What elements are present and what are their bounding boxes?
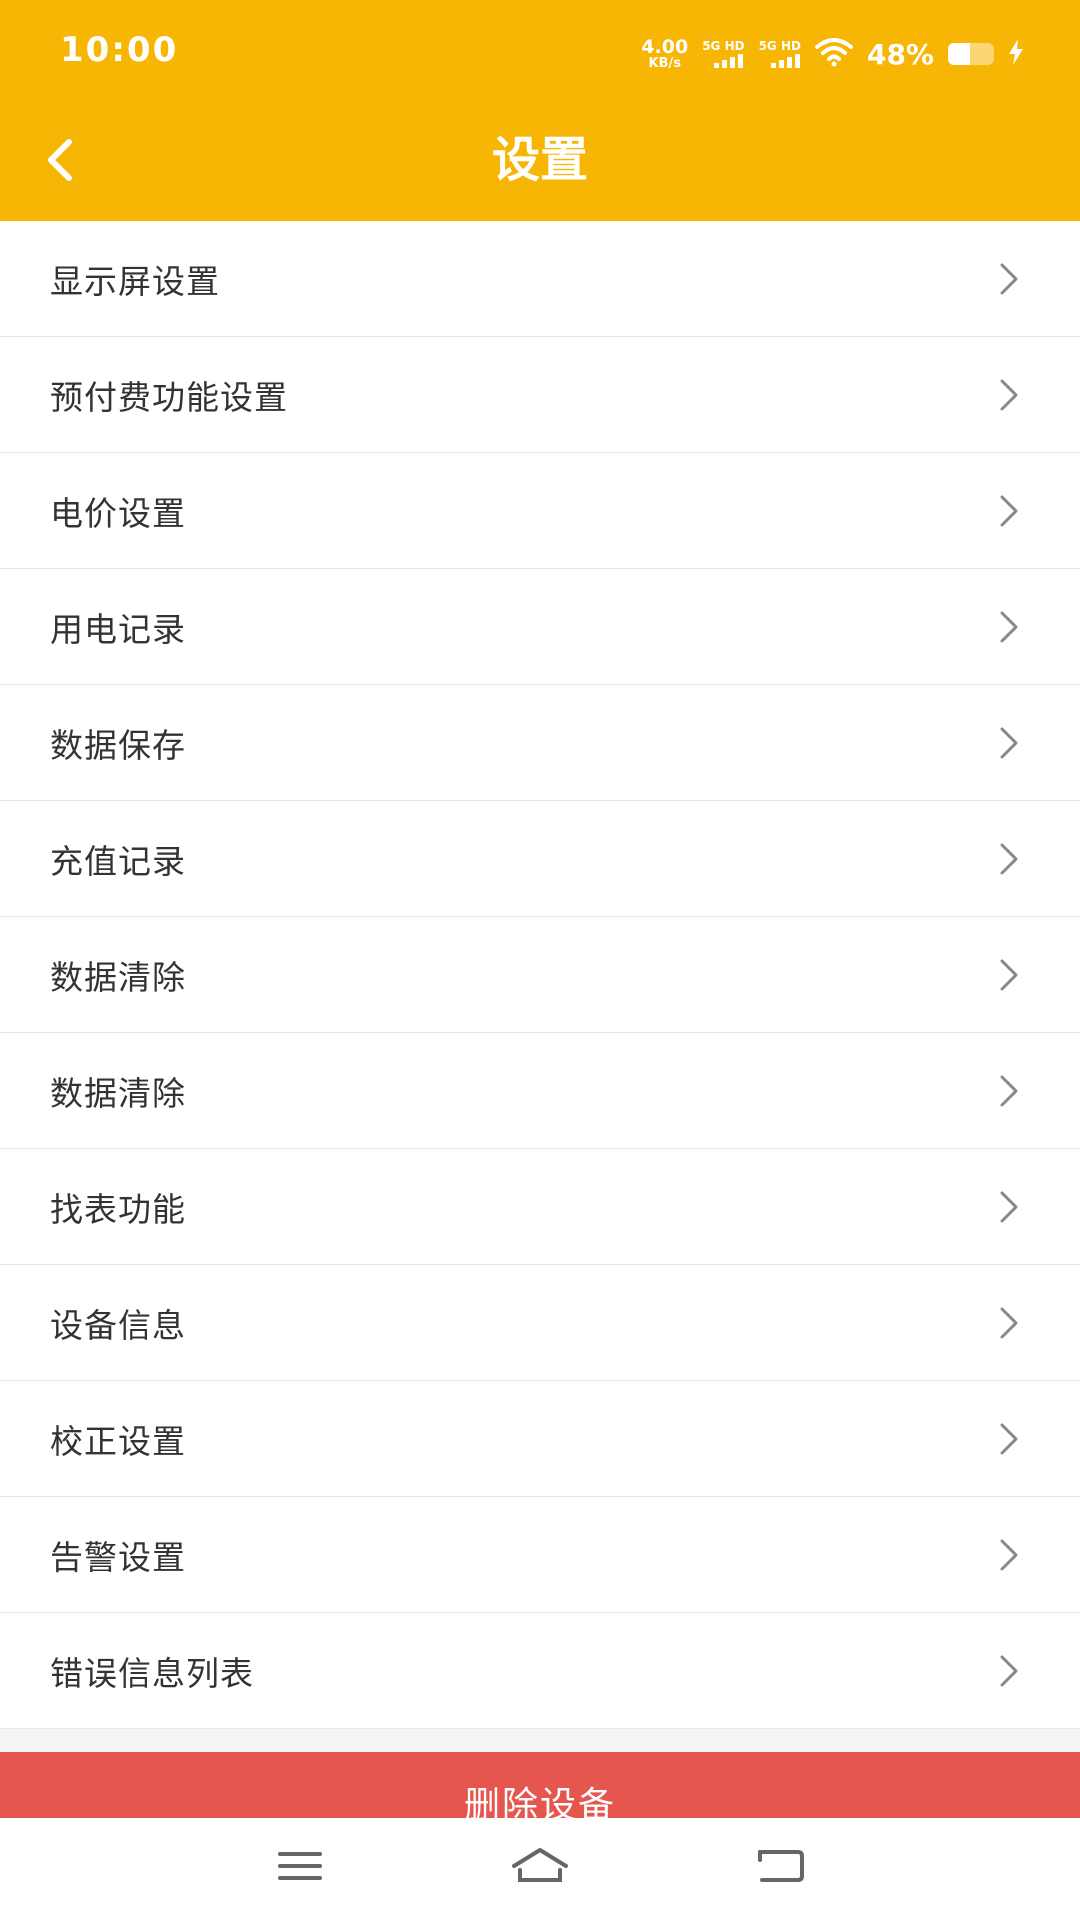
app-header: 10:00 4.00 KB/s 5G HD 5G HD 48% 设置 — [0, 0, 1080, 221]
settings-menu-item[interactable]: 电价设置 — [0, 453, 1080, 569]
chevron-right-icon — [992, 955, 1024, 995]
menu-item-label: 错误信息列表 — [50, 1653, 254, 1693]
chevron-right-icon — [992, 607, 1024, 647]
chevron-right-icon — [992, 1535, 1024, 1575]
network-speed-value: 4.00 — [641, 36, 689, 58]
sim1-label: 5G HD — [702, 39, 745, 53]
settings-menu-item[interactable]: 显示屏设置 — [0, 221, 1080, 337]
settings-menu-item[interactable]: 数据清除 — [0, 917, 1080, 1033]
chevron-right-icon — [992, 723, 1024, 763]
menu-item-label: 预付费功能设置 — [50, 377, 288, 417]
chevron-right-icon — [992, 1071, 1024, 1111]
chevron-right-icon — [992, 1303, 1024, 1343]
chevron-right-icon — [992, 375, 1024, 415]
menu-item-label: 充值记录 — [50, 841, 186, 881]
settings-menu-item[interactable]: 充值记录 — [0, 801, 1080, 917]
battery-percent: 48% — [866, 37, 934, 71]
sim1-signal-icon: 5G HD — [702, 39, 745, 68]
menu-item-label: 校正设置 — [50, 1421, 186, 1461]
menu-icon — [276, 1849, 324, 1887]
charging-icon — [1008, 39, 1024, 69]
settings-menu-item[interactable]: 用电记录 — [0, 569, 1080, 685]
settings-menu-item[interactable]: 找表功能 — [0, 1149, 1080, 1265]
battery-icon — [948, 43, 994, 65]
network-speed-unit: KB/s — [648, 56, 681, 71]
menu-item-label: 数据清除 — [50, 1073, 186, 1113]
system-menu-button[interactable] — [265, 1842, 335, 1894]
sim2-label: 5G HD — [758, 39, 801, 53]
status-time: 10:00 — [60, 30, 179, 70]
chevron-right-icon — [992, 1651, 1024, 1691]
settings-menu-item[interactable]: 设备信息 — [0, 1265, 1080, 1381]
menu-item-label: 设备信息 — [50, 1305, 186, 1345]
chevron-right-icon — [992, 491, 1024, 531]
chevron-right-icon — [992, 1419, 1024, 1459]
chevron-right-icon — [992, 259, 1024, 299]
status-indicators: 4.00 KB/s 5G HD 5G HD 48% — [641, 32, 1024, 76]
wifi-icon — [814, 37, 853, 71]
menu-item-label: 数据保存 — [50, 725, 186, 765]
chevron-right-icon — [992, 1187, 1024, 1227]
settings-menu: 显示屏设置 预付费功能设置 电价设置 用电记录 数据保存 充值记录 数据清除 数据清除 找表功能… — [0, 221, 1080, 1729]
menu-item-label: 告警设置 — [50, 1537, 186, 1577]
system-navigation-bar — [0, 1818, 1080, 1920]
settings-menu-item[interactable]: 错误信息列表 — [0, 1613, 1080, 1729]
system-home-button[interactable] — [505, 1842, 575, 1894]
settings-menu-item[interactable]: 数据保存 — [0, 685, 1080, 801]
sim2-signal-icon: 5G HD — [759, 40, 801, 68]
settings-menu-item[interactable]: 告警设置 — [0, 1497, 1080, 1613]
page-title: 设置 — [491, 132, 588, 188]
menu-item-label: 找表功能 — [50, 1189, 186, 1229]
menu-item-label: 电价设置 — [50, 493, 186, 533]
menu-item-label: 用电记录 — [50, 609, 186, 649]
title-bar: 设置 — [0, 104, 1080, 221]
settings-menu-item[interactable]: 数据清除 — [0, 1033, 1080, 1149]
status-bar: 10:00 4.00 KB/s 5G HD 5G HD 48% — [0, 0, 1080, 104]
back-icon — [754, 1846, 806, 1890]
system-back-button[interactable] — [745, 1842, 815, 1894]
menu-item-label: 数据清除 — [50, 957, 186, 997]
network-speed: 4.00 KB/s — [641, 36, 689, 71]
settings-menu-item[interactable]: 校正设置 — [0, 1381, 1080, 1497]
chevron-right-icon — [992, 839, 1024, 879]
home-icon — [510, 1846, 570, 1890]
settings-menu-item[interactable]: 预付费功能设置 — [0, 337, 1080, 453]
menu-item-label: 显示屏设置 — [50, 261, 220, 301]
